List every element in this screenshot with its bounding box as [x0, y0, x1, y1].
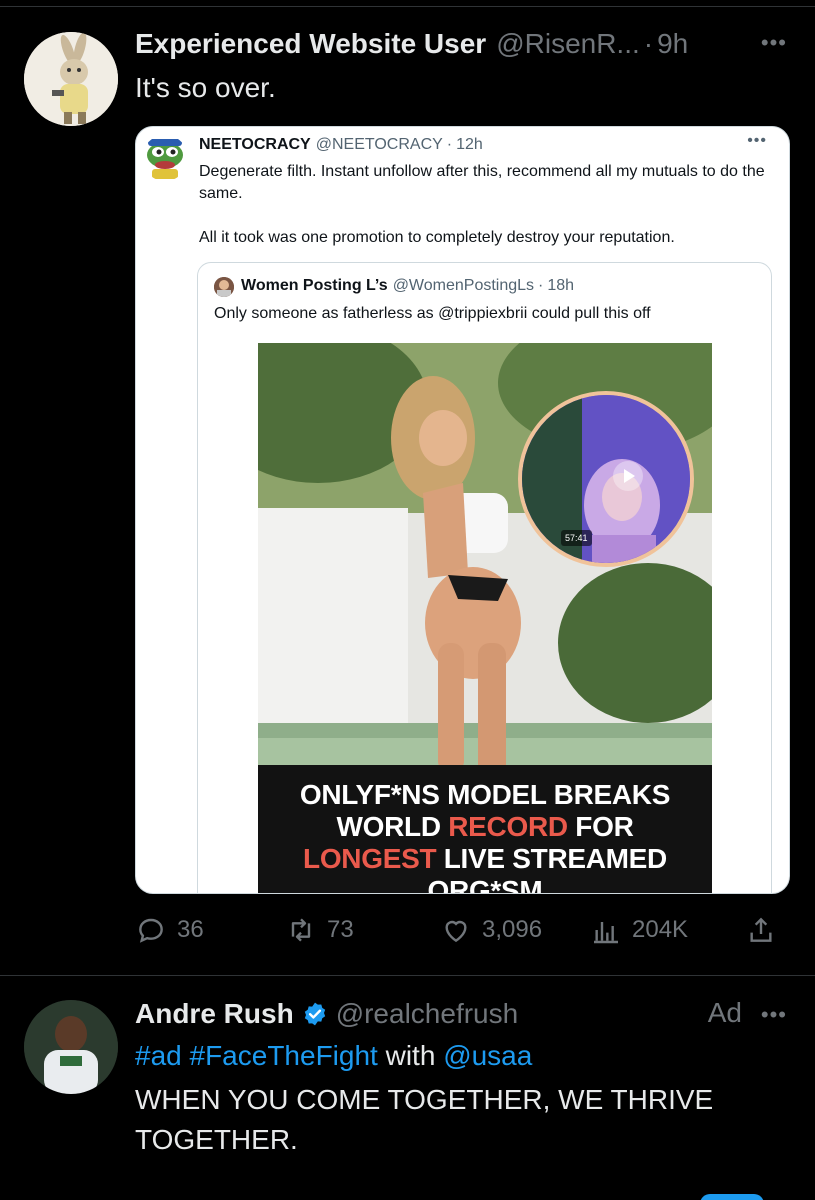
headline-line-3: LONGEST LIVE STREAMED [258, 843, 712, 875]
quoted-author-handle[interactable]: @NEETOCRACY [316, 136, 443, 154]
views-button[interactable]: 204K [590, 910, 688, 950]
headline-word-red: LONGEST [303, 843, 437, 874]
nested-post-header: Women Posting L’s @WomenPostingLs · 18h [241, 277, 574, 295]
avatar-women-posting-ls[interactable] [214, 277, 234, 297]
more-options-icon[interactable]: ••• [761, 30, 787, 56]
repost-icon [291, 918, 311, 942]
quoted-text-paragraph-2: All it took was one promotion to complet… [199, 229, 675, 246]
headline-word: BREAKS [553, 779, 671, 810]
heart-icon [445, 920, 467, 943]
video-duration-badge: 57:41 [561, 530, 592, 546]
separator-dot: · [446, 136, 453, 153]
hashtag-facethefight[interactable]: #FaceTheFight [190, 1040, 378, 1071]
ad-author-line: Andre Rush @realchefrush [135, 996, 518, 1032]
headline-line-2: WORLD RECORD FOR [258, 811, 712, 843]
ad-hashtag-line: #ad #FaceTheFight with @usaa [135, 1040, 532, 1072]
reply-count: 36 [177, 916, 204, 943]
headline-word: ONLYF*NS MODEL [299, 779, 547, 810]
nested-post-time[interactable]: 18h [547, 277, 574, 295]
play-icon[interactable] [613, 461, 643, 491]
headline-line-1: ONLYF*NS MODEL BREAKS [258, 779, 712, 811]
with-word: with [385, 1040, 436, 1071]
post-experienced-website-user[interactable]: Experienced Website User @RisenR... · 9h… [0, 0, 815, 975]
quoted-post-time[interactable]: 12h [456, 136, 483, 154]
views-count: 204K [632, 916, 689, 943]
post-divider [0, 975, 815, 976]
nested-author-handle[interactable]: @WomenPostingLs [393, 277, 534, 295]
headline-line-4: ORG*SM [258, 875, 712, 894]
ad-label: Ad [707, 997, 742, 1028]
avatar-pepe[interactable] [142, 135, 188, 181]
ad-post-text: WHEN YOU COME TOGETHER, WE THRIVE TOGETH… [135, 1084, 714, 1155]
hashtag-ad[interactable]: #ad [135, 1040, 182, 1071]
andre-rush-avatar-image [24, 1000, 118, 1094]
reply-button[interactable]: 36 [135, 910, 204, 950]
video-thumbnail-image [522, 395, 690, 563]
quoted-post-text: Degenerate filth. Instant unfollow after… [199, 161, 771, 249]
post-author-line: Experienced Website User @RisenR... · 9h [135, 28, 688, 64]
post-text: It's so over. [135, 72, 276, 103]
author-name[interactable]: Experienced Website User [135, 28, 486, 60]
repost-button[interactable]: 73 [285, 910, 354, 950]
media-headline: ONLYF*NS MODEL BREAKS WORLD RECORD FOR L… [258, 765, 712, 894]
separator-dot: · [643, 28, 654, 59]
avatar-andre-rush[interactable] [24, 1000, 118, 1094]
verified-badge-icon [304, 1002, 325, 1026]
headline-word-red: RECORD [448, 811, 568, 842]
quoted-text-paragraph-1: Degenerate filth. Instant unfollow after… [199, 163, 765, 202]
quoted-author-name[interactable]: NEETOCRACY [199, 136, 311, 154]
headline-word: WORLD [336, 811, 442, 842]
separator-dot: · [538, 277, 544, 294]
mention-usaa[interactable]: @usaa [443, 1040, 532, 1071]
headline-word: ORG*SM [427, 875, 543, 894]
like-count: 3,096 [482, 916, 543, 943]
author-handle[interactable]: @RisenR... [496, 28, 640, 60]
post-time[interactable]: 9h [657, 28, 688, 60]
views-icon [594, 922, 618, 944]
reply-icon [139, 918, 163, 943]
quoted-post-card[interactable]: NEETOCRACY @NEETOCRACY · 12h ••• Degener… [135, 126, 790, 894]
post-action-bar: 36 73 3,096 204K [135, 910, 790, 950]
headline-word: LIVE STREAMED [443, 843, 668, 874]
share-icon [750, 917, 772, 942]
ad-more-options-icon[interactable]: ••• [761, 1002, 787, 1028]
nested-quoted-post[interactable]: Women Posting L’s @WomenPostingLs · 18h … [197, 262, 772, 894]
bottom-action-pill[interactable] [700, 1194, 764, 1200]
quoted-more-options-icon[interactable]: ••• [747, 132, 767, 150]
pepe-avatar-image [142, 135, 188, 181]
rabbit-avatar-image [24, 32, 118, 126]
ad-author-handle[interactable]: @realchefrush [336, 998, 519, 1030]
avatar-rabbit[interactable] [24, 32, 118, 126]
quoted-post-header: NEETOCRACY @NEETOCRACY · 12h [199, 136, 483, 154]
nested-post-text: Only someone as fatherless as @trippiexb… [214, 305, 651, 322]
like-button[interactable]: 3,096 [440, 910, 542, 950]
ad-author-name[interactable]: Andre Rush [135, 998, 294, 1030]
nested-author-name[interactable]: Women Posting L’s [241, 277, 388, 295]
video-circle-inset[interactable] [518, 391, 694, 567]
nested-post-media[interactable]: 57:41 ONLYF*NS MODEL BREAKS WORLD RECORD… [258, 343, 712, 894]
repost-count: 73 [327, 916, 354, 943]
share-button[interactable] [745, 910, 777, 950]
headline-word: FOR [575, 811, 634, 842]
women-posting-ls-avatar-image [214, 277, 234, 297]
